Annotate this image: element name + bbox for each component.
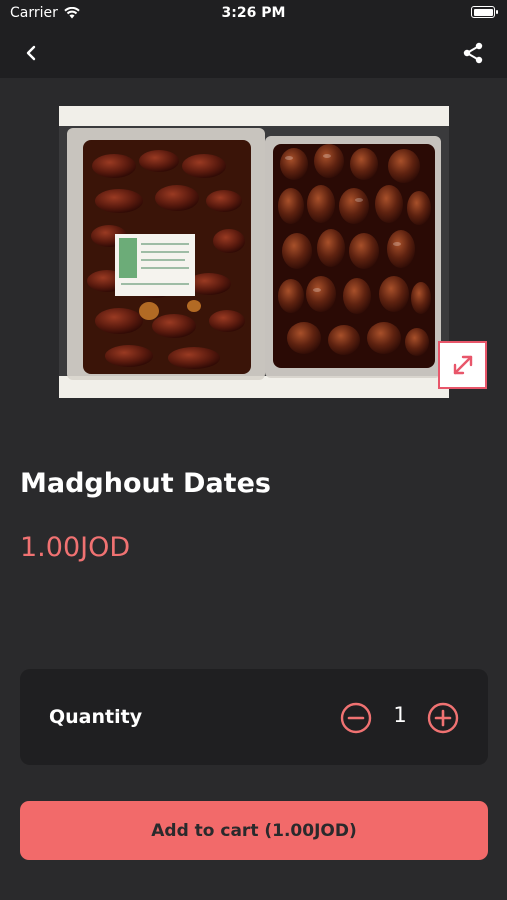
chevron-left-icon (26, 45, 36, 61)
add-to-cart-button[interactable]: Add to cart (1.00JOD) (20, 801, 488, 860)
quantity-value: 1 (393, 703, 407, 727)
minus-circle-icon (340, 702, 372, 734)
status-bar: Carrier 3:26 PM (0, 0, 507, 28)
decrease-quantity-button[interactable] (340, 702, 372, 734)
product-title: Madghout Dates (20, 468, 271, 499)
nav-bar (0, 28, 507, 78)
expand-icon (453, 355, 472, 375)
share-button[interactable] (459, 39, 487, 67)
quantity-card: Quantity 1 (20, 669, 488, 765)
product-image[interactable] (59, 106, 449, 398)
quantity-label: Quantity (49, 706, 143, 728)
product-price: 1.00JOD (20, 532, 131, 563)
battery-icon (471, 6, 498, 18)
clock: 3:26 PM (221, 5, 286, 21)
plus-circle-icon (427, 702, 459, 734)
increase-quantity-button[interactable] (427, 702, 459, 734)
product-photo (59, 106, 449, 398)
share-icon (463, 42, 483, 64)
expand-image-button[interactable] (438, 341, 487, 389)
back-button[interactable] (18, 40, 44, 66)
